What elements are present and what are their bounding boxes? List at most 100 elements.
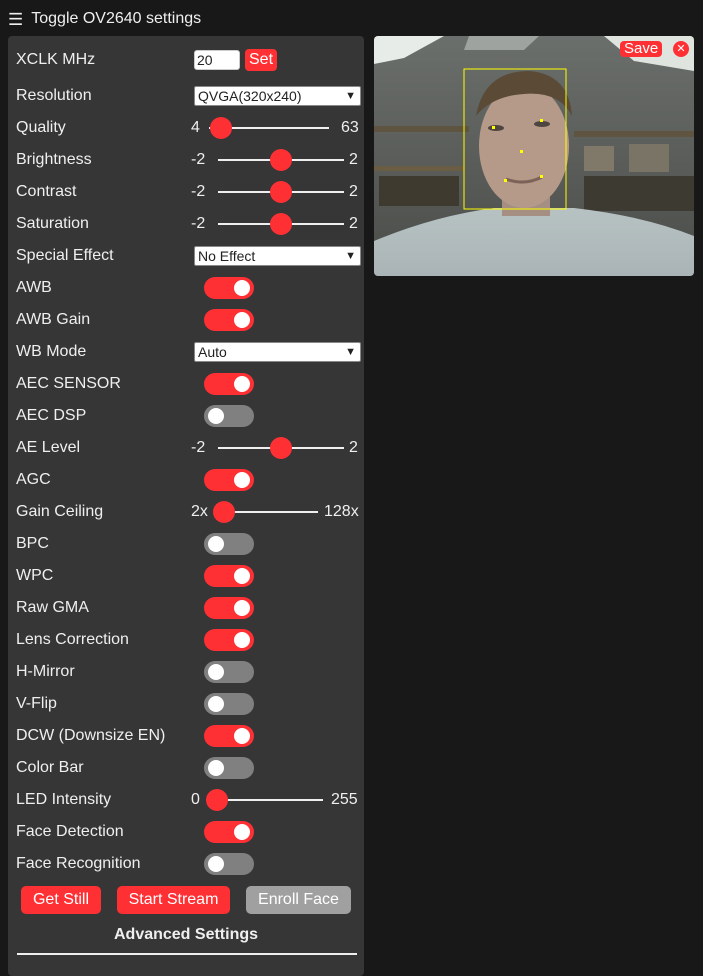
aec-dsp-label: AEC DSP (16, 401, 86, 431)
toggle-knob (234, 376, 250, 392)
h-mirror-toggle[interactable] (204, 661, 254, 683)
face-recognition-row: Face Recognition (16, 849, 356, 879)
lens-correction-row: Lens Correction (16, 625, 356, 655)
face-detection-row: Face Detection (16, 817, 356, 847)
face-recognition-toggle[interactable] (204, 853, 254, 875)
awb-toggle[interactable] (204, 277, 254, 299)
saturation-slider[interactable]: -2 2 (191, 209, 359, 239)
get-still-button[interactable]: Get Still (21, 886, 101, 914)
wpc-toggle[interactable] (204, 565, 254, 587)
color-bar-toggle[interactable] (204, 757, 254, 779)
lens-correction-toggle[interactable] (204, 629, 254, 651)
chevron-down-icon: ▼ (345, 87, 356, 105)
aec-sensor-toggle[interactable] (204, 373, 254, 395)
toggle-knob (234, 824, 250, 840)
raw-gma-toggle[interactable] (204, 597, 254, 619)
resolution-selected: QVGA(320x240) (198, 88, 302, 104)
bpc-row: BPC (16, 529, 356, 559)
xclk-input[interactable] (194, 50, 240, 70)
toggle-settings-label[interactable]: Toggle OV2640 settings (31, 10, 201, 28)
resolution-row: Resolution QVGA(320x240) ▼ (16, 81, 356, 111)
face-detection-toggle[interactable] (204, 821, 254, 843)
enroll-face-button[interactable]: Enroll Face (246, 886, 351, 914)
brightness-label: Brightness (16, 145, 92, 175)
start-stream-button[interactable]: Start Stream (117, 886, 230, 914)
awb-gain-toggle[interactable] (204, 309, 254, 331)
led-intensity-slider[interactable]: 0 255 (191, 785, 361, 815)
save-still-button[interactable]: Save (620, 41, 662, 57)
quality-slider[interactable]: 4 63 (191, 113, 359, 143)
ae-level-slider[interactable]: -2 2 (191, 433, 359, 463)
contrast-slider[interactable]: -2 2 (191, 177, 359, 207)
toggle-knob (234, 632, 250, 648)
resolution-select[interactable]: QVGA(320x240) ▼ (194, 86, 361, 106)
brightness-thumb[interactable] (270, 149, 292, 171)
face-detection-label: Face Detection (16, 817, 124, 847)
aec-sensor-row: AEC SENSOR (16, 369, 356, 399)
dcw-label: DCW (Downsize EN) (16, 721, 165, 751)
settings-toggle[interactable]: ☰ Toggle OV2640 settings (8, 8, 201, 30)
wpc-row: WPC (16, 561, 356, 591)
wpc-label: WPC (16, 561, 53, 591)
awb-label: AWB (16, 273, 52, 303)
toggle-knob (208, 536, 224, 552)
color-bar-row: Color Bar (16, 753, 356, 783)
h-mirror-label: H-Mirror (16, 657, 75, 687)
settings-sidebar: XCLK MHz Set Resolution QVGA(320x240) ▼ … (8, 36, 364, 976)
raw-gma-row: Raw GMA (16, 593, 356, 623)
ae-level-min: -2 (191, 433, 205, 463)
hamburger-icon[interactable]: ☰ (8, 11, 23, 28)
special-effect-select[interactable]: No Effect ▼ (194, 246, 361, 266)
special-effect-label: Special Effect (16, 241, 114, 271)
ae-level-max: 2 (349, 433, 358, 463)
toggle-knob (208, 408, 224, 424)
agc-label: AGC (16, 465, 51, 495)
gain-ceiling-thumb[interactable] (213, 501, 235, 523)
contrast-min: -2 (191, 177, 205, 207)
toggle-knob (234, 280, 250, 296)
quality-thumb[interactable] (210, 117, 232, 139)
contrast-thumb[interactable] (270, 181, 292, 203)
toggle-knob (208, 664, 224, 680)
dcw-toggle[interactable] (204, 725, 254, 747)
h-mirror-row: H-Mirror (16, 657, 356, 687)
gain-ceiling-slider[interactable]: 2x 128x (191, 497, 361, 527)
quality-max: 63 (341, 113, 359, 143)
led-intensity-min: 0 (191, 785, 200, 815)
led-intensity-thumb[interactable] (206, 789, 228, 811)
brightness-min: -2 (191, 145, 205, 175)
v-flip-toggle[interactable] (204, 693, 254, 715)
xclk-set-button[interactable]: Set (245, 49, 277, 71)
brightness-slider[interactable]: -2 2 (191, 145, 359, 175)
camera-preview (374, 36, 694, 276)
aec-dsp-toggle[interactable] (204, 405, 254, 427)
advanced-settings-title[interactable]: Advanced Settings (8, 926, 364, 944)
contrast-max: 2 (349, 177, 358, 207)
toggle-knob (234, 568, 250, 584)
bpc-toggle[interactable] (204, 533, 254, 555)
toggle-knob (208, 696, 224, 712)
saturation-thumb[interactable] (270, 213, 292, 235)
gain-ceiling-min: 2x (191, 497, 208, 527)
wb-mode-select[interactable]: Auto ▼ (194, 342, 361, 362)
special-effect-row: Special Effect No Effect ▼ (16, 241, 356, 271)
toggle-knob (234, 728, 250, 744)
aec-dsp-row: AEC DSP (16, 401, 356, 431)
toggle-knob (234, 600, 250, 616)
agc-toggle[interactable] (204, 469, 254, 491)
quality-row: Quality 4 63 (16, 113, 356, 143)
saturation-min: -2 (191, 209, 205, 239)
raw-gma-label: Raw GMA (16, 593, 89, 623)
awb-row: AWB (16, 273, 356, 303)
awb-gain-label: AWB Gain (16, 305, 90, 335)
gain-ceiling-max: 128x (324, 497, 359, 527)
brightness-row: Brightness -2 2 (16, 145, 356, 175)
ae-level-row: AE Level -2 2 (16, 433, 356, 463)
dcw-row: DCW (Downsize EN) (16, 721, 356, 751)
gain-ceiling-label: Gain Ceiling (16, 497, 103, 527)
gain-ceiling-row: Gain Ceiling 2x 128x (16, 497, 356, 527)
ae-level-label: AE Level (16, 433, 80, 463)
close-icon[interactable]: ✕ (673, 41, 689, 57)
quality-min: 4 (191, 113, 200, 143)
ae-level-thumb[interactable] (270, 437, 292, 459)
